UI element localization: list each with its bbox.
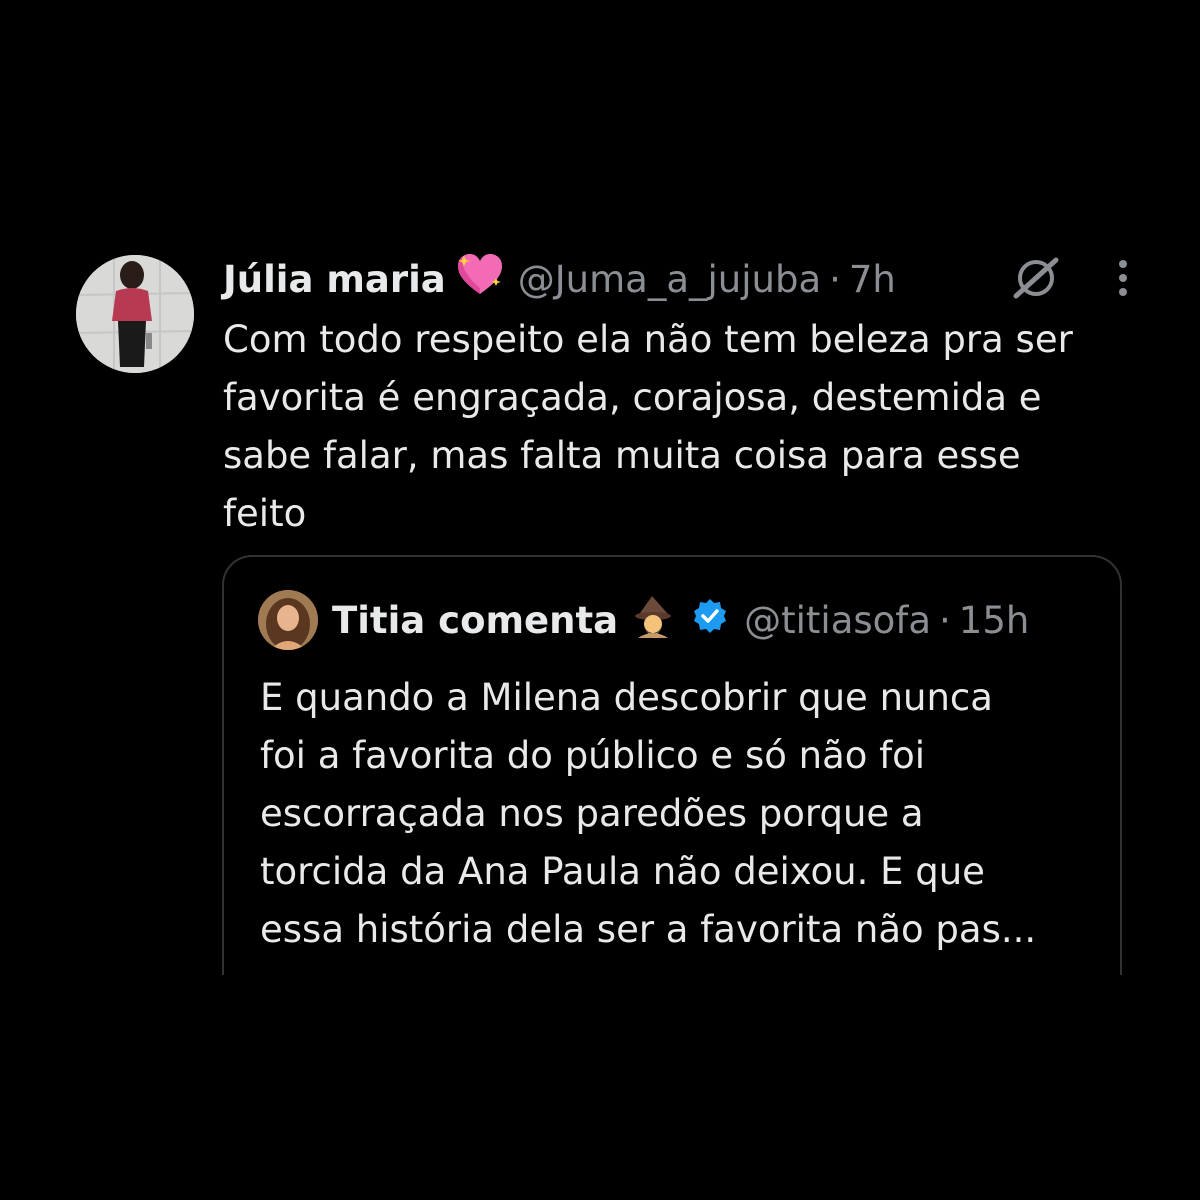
- timestamp[interactable]: 7h: [849, 255, 896, 305]
- quoted-handle[interactable]: @titiasofa: [744, 599, 931, 642]
- quoted-tweet-text: E quando a Milena descobrir que nunca fo…: [260, 676, 1037, 951]
- quoted-separator: ·: [939, 598, 951, 642]
- tweet-text: Com todo respeito ela não tem beleza pra…: [223, 318, 1073, 535]
- display-name[interactable]: Júlia maria: [223, 255, 446, 305]
- sparkling-heart-icon: [456, 252, 504, 309]
- avatar[interactable]: [76, 255, 194, 373]
- more-options-icon[interactable]: [1118, 258, 1128, 302]
- grok-icon[interactable]: [1012, 256, 1060, 304]
- quoted-tweet[interactable]: Titia comenta @titiasofa · 15h E quando …: [222, 555, 1122, 975]
- header-actions: [1012, 256, 1128, 304]
- verified-badge-icon: [692, 598, 728, 643]
- tweet-header: Júlia maria @Juma_a_jujuba · 7h: [223, 253, 1128, 305]
- mage-icon: [630, 594, 676, 647]
- quoted-tweet-header: Titia comenta @titiasofa · 15h: [258, 587, 1029, 653]
- quoted-timestamp[interactable]: 15h: [959, 599, 1030, 642]
- quoted-avatar[interactable]: [258, 590, 318, 650]
- handle[interactable]: @Juma_a_jujuba: [518, 255, 821, 305]
- quoted-display-name[interactable]: Titia comenta: [332, 599, 618, 642]
- separator: ·: [829, 258, 841, 301]
